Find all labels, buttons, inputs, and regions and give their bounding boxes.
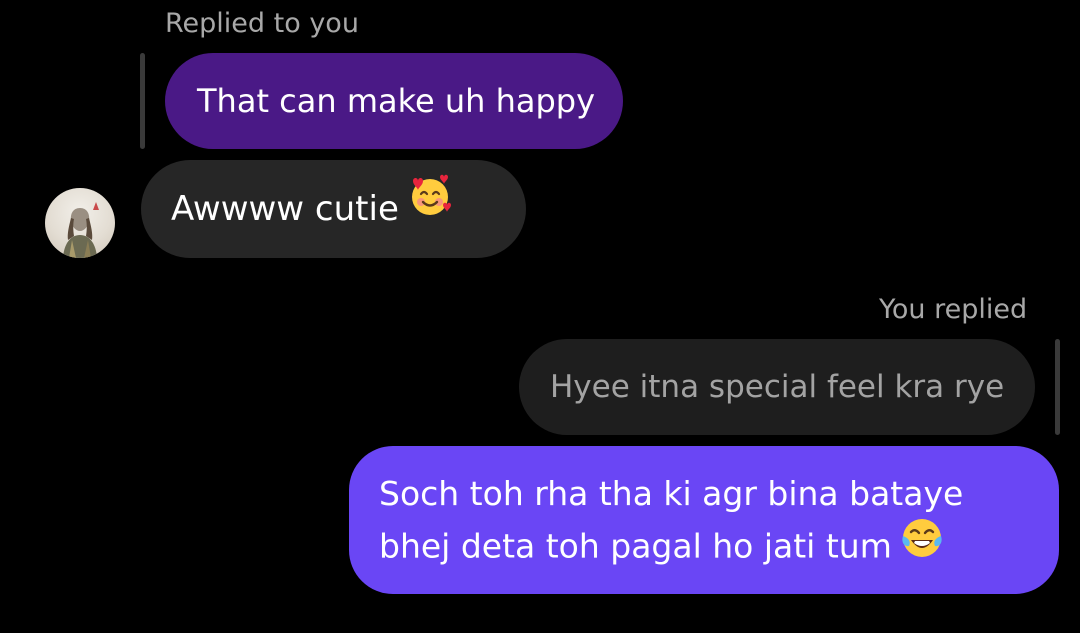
face-with-tears-of-joy-icon [900, 516, 944, 574]
you-replied-label: You replied [879, 294, 1028, 325]
received-message-text: Awwww cutie [171, 189, 399, 229]
sent-message-line: bhej deta toh pagal ho jati tum [379, 526, 892, 566]
quoted-message-text: That can make uh happy [197, 82, 596, 120]
avatar[interactable] [45, 188, 115, 258]
smiling-face-with-hearts-icon [407, 159, 453, 257]
reply-quote-bar [1055, 339, 1060, 435]
quoted-message-bubble[interactable]: Hyee itna special feel kra rye [519, 339, 1035, 435]
contact-avatar-icon [63, 202, 99, 258]
quoted-message-bubble[interactable]: That can make uh happy [165, 53, 623, 149]
sent-message-bubble[interactable]: Soch toh rha tha ki agr bina bataye bhej… [349, 446, 1059, 594]
replied-to-you-label: Replied to you [165, 8, 359, 39]
received-message-bubble[interactable]: Awwww cutie [141, 160, 526, 258]
reply-quote-bar [140, 53, 145, 149]
quoted-message-text: Hyee itna special feel kra rye [550, 369, 1005, 405]
sent-message-line: Soch toh rha tha ki agr bina bataye [379, 474, 964, 513]
